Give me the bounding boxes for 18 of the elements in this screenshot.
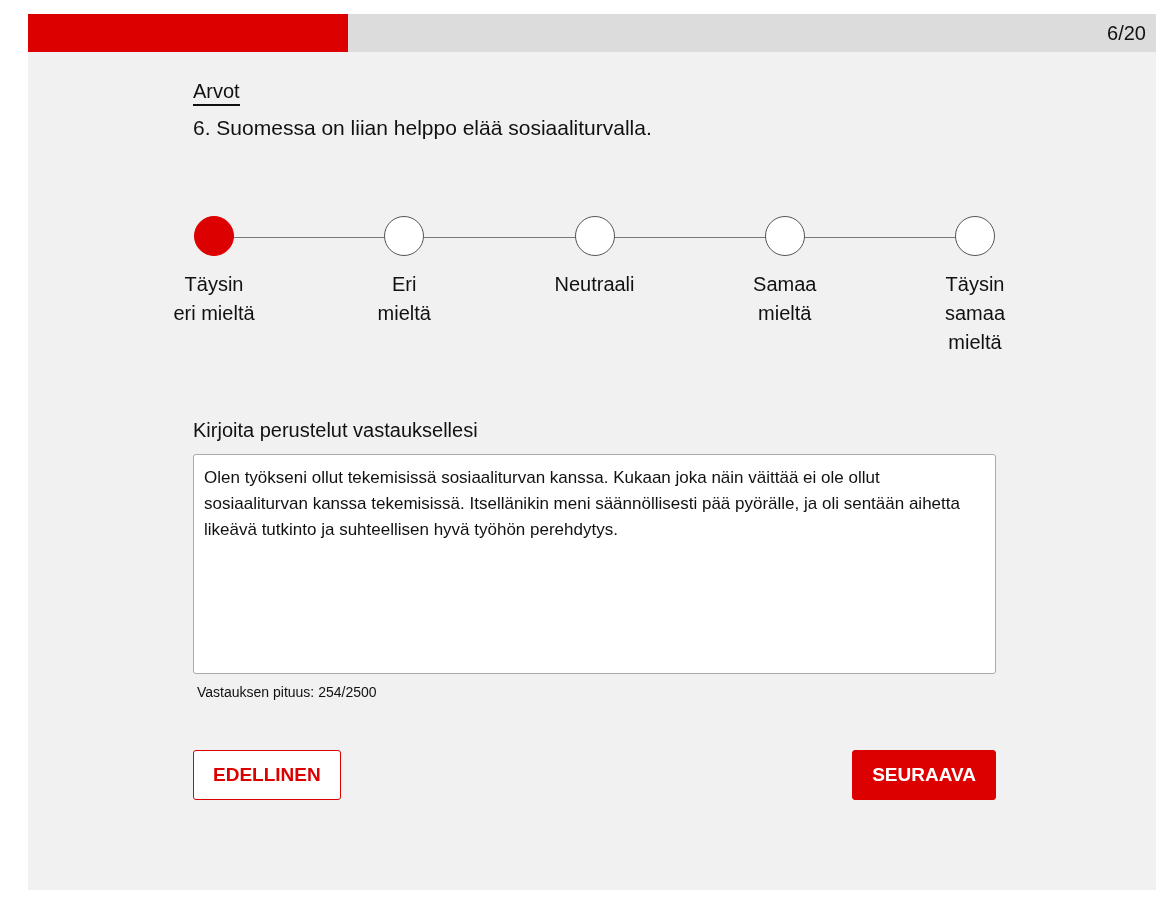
answer-radio[interactable] xyxy=(764,216,805,256)
question-text: 6. Suomessa on liian helppo elää sosiaaliturvalla. xyxy=(193,116,653,140)
answer-radio[interactable] xyxy=(574,216,615,256)
answer-label: Täysin eri mieltä xyxy=(173,272,255,326)
category-heading: Arvot xyxy=(193,80,240,106)
next-button[interactable]: SEURAAVA xyxy=(852,750,996,800)
answer-label: Samaa mieltä xyxy=(752,272,818,326)
answer-radio[interactable] xyxy=(955,216,995,256)
answer-label: Täysin samaa mieltä xyxy=(944,272,1006,355)
answer-radio[interactable] xyxy=(194,216,234,256)
answer-label: Eri mieltä xyxy=(376,272,432,326)
length-counter: Vastauksen pituus: 254/2500 xyxy=(197,684,378,700)
answer-label: Neutraali xyxy=(553,272,636,297)
previous-button[interactable]: EDELLINEN xyxy=(193,750,341,800)
answer-radio[interactable] xyxy=(384,216,425,256)
progress-counter: 6/20 xyxy=(1107,21,1147,45)
reason-label: Kirjoita perustelut vastauksellesi xyxy=(193,419,479,442)
reason-field[interactable]: Olen työkseni ollut tekemisissä sosiaaliturvan kanssa. Kukaan joka näin väittää ei ole ollut sosiaaliturvan kanssa tekemisissä. Itsellänikin meni säännöllisesti pää pyörälle, ja oli sentään aihetta likeävä tutkinto ja suhteellisen hyvä työhön perehdytys. xyxy=(193,454,996,674)
